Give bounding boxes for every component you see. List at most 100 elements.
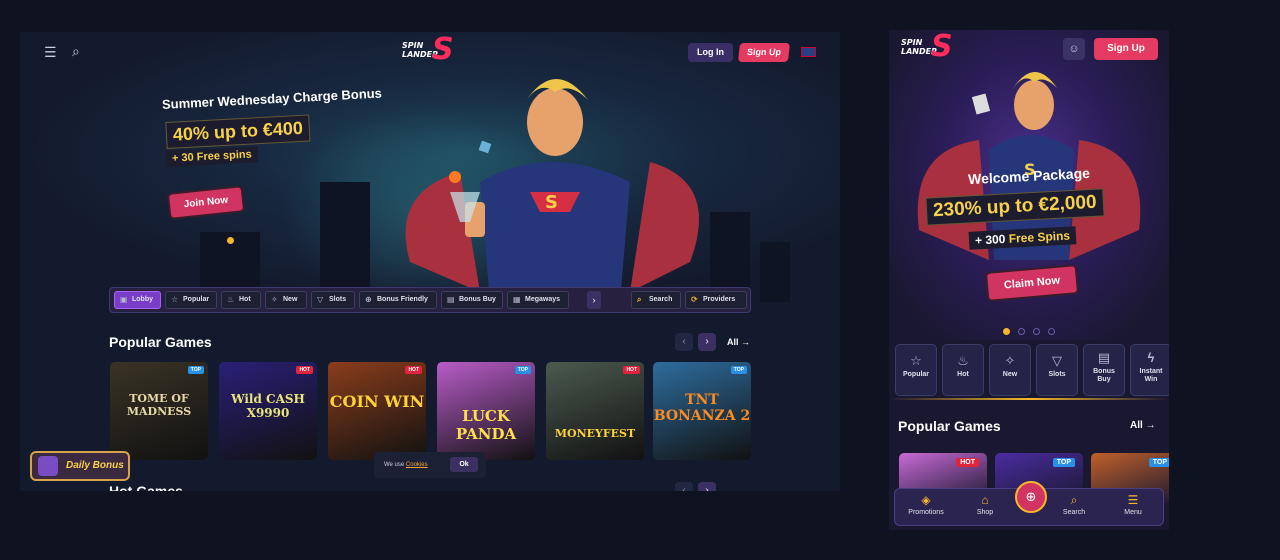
free-spins-count: + 300 [974,231,1006,248]
game-card[interactable]: TOP TOME OF MADNESS [110,362,208,460]
logo-mark: S [931,30,953,64]
game-title: TNT BONANZA 2 [653,392,751,424]
tag-badge: HOT [296,366,313,374]
game-title: TOME OF MADNESS [126,392,192,418]
tab-label: Bonus Buy [459,296,496,303]
flame-icon: ♨ [957,353,969,368]
star-icon: ☆ [910,353,922,368]
spin-lander-logo[interactable]: SPIN LANDER S [901,32,953,62]
free-spins-label: Free Spins [1008,228,1071,246]
top-bar: ☰ ⌕ SPIN LANDER S Log In Sign Up [20,32,840,72]
tab-slots[interactable]: ▽ Slots [311,291,355,309]
tab-label: Popular [183,296,210,303]
mobile-hero-banner[interactable]: S SPIN LANDER S ☺ Sign Up Welcome Packag… [889,30,1169,340]
gift-box-icon [38,456,58,476]
login-button[interactable]: Log In [688,43,733,62]
tab-new[interactable]: ✧ New [989,344,1031,396]
slider-dot[interactable] [1018,328,1025,335]
tab-instant-win[interactable]: ϟ Instant Win [1130,344,1169,396]
search-tab[interactable]: ⌕ Search [631,291,681,309]
signup-button[interactable]: Sign Up [738,43,790,62]
chevron-left-icon[interactable]: ‹ [675,482,693,491]
claim-now-button[interactable]: Claim Now [984,264,1080,302]
tag-badge: TOP [1052,458,1075,467]
tab-label: Instant Win [1139,368,1163,383]
section-title: Popular Games [109,334,212,350]
providers-tab[interactable]: ⟳ Providers [685,291,747,309]
tab-bonus-buy[interactable]: ▤ Bonus Buy [1083,344,1125,396]
megaways-icon: ▦ [513,295,521,304]
slider-dot[interactable] [227,237,234,244]
tab-label: Popular [902,371,930,378]
tab-slots[interactable]: ▽ Slots [1036,344,1078,396]
lightning-icon: ϟ [1147,350,1155,365]
logo-text: SPIN [901,38,923,47]
chevron-right-icon[interactable]: › [698,333,716,351]
game-card[interactable]: HOT Wild CASH X9990 [219,362,317,460]
nav-menu[interactable]: ☰ Menu [1106,493,1160,516]
slider-dot[interactable] [1048,328,1055,335]
lobby-icon: ▣ [120,295,128,304]
game-title: MONEYFEST [554,427,636,440]
uk-flag-icon[interactable] [801,47,816,57]
slots-icon: ▽ [1052,353,1062,368]
search-icon: ⌕ [1070,493,1078,507]
chevron-right-icon[interactable]: › [698,482,716,491]
tag-badge: TOP [514,366,531,374]
lock-icon[interactable]: ⊕ [1015,481,1047,513]
game-card[interactable]: TOP TNT BONANZA 2 [653,362,751,460]
nav-label: Shop [976,509,994,516]
superhero-illustration: S [405,78,699,302]
nav-promotions[interactable]: ◈ Promotions [899,493,953,516]
tab-new[interactable]: ✧ New [265,291,307,309]
search-icon[interactable]: ⌕ [72,43,80,60]
mobile-category-bar: ☆ Popular ♨ Hot ✧ New ▽ Slots ▤ Bonus Buy ϟ In… [893,344,1169,398]
tab-lobby[interactable]: ▣ Lobby [114,291,161,309]
category-bar: ▣ Lobby ☆ Popular ♨ Hot ✧ New ▽ Slots ⊕ Bonus … [109,287,751,313]
divider [889,398,1169,400]
game-card[interactable]: HOT MONEYFEST [546,362,644,460]
tab-label: New [283,296,298,303]
nav-search[interactable]: ⌕ Search [1047,493,1101,516]
cookie-ok-button[interactable]: Ok [450,457,478,472]
shop-icon: ⌂ [981,493,989,507]
tab-label: Search [649,296,673,303]
bonus-icon: ⊕ [365,295,372,304]
slider-dot[interactable] [1033,328,1040,335]
all-link[interactable]: All → [727,337,750,347]
tab-popular[interactable]: ☆ Popular [895,344,937,396]
tab-hot[interactable]: ♨ Hot [221,291,261,309]
nav-shop[interactable]: ⌂ Shop [958,493,1012,516]
cookie-banner: We use Cookies Ok [374,452,486,478]
signup-button[interactable]: Sign Up [1094,38,1158,60]
tab-label: Bonus Buy [1093,368,1115,383]
star-icon: ☆ [171,295,179,304]
logo-text: SPIN [402,41,424,50]
game-card[interactable]: TOP LUCK PANDA [437,362,535,460]
mobile-top-bar: SPIN LANDER S ☺ Sign Up [889,30,1169,66]
daily-bonus-button[interactable]: Daily Bonus [30,451,130,481]
hero-banner[interactable]: S [20,32,840,302]
spin-lander-logo[interactable]: SPIN LANDER S [402,35,454,65]
tab-megaways[interactable]: ▦ Megaways [507,291,569,309]
game-title: LUCK PANDA [455,407,517,443]
cookies-link[interactable]: Cookies [406,462,428,468]
search-icon: ⌕ [637,295,642,304]
tab-bonus-buy[interactable]: ▤ Bonus Buy [441,291,503,309]
slider-dot[interactable] [1003,328,1010,335]
sparkle-icon: ✧ [1004,353,1016,368]
menu-icon[interactable]: ☰ [44,44,57,61]
tab-popular[interactable]: ☆ Popular [165,291,217,309]
building-silhouette [760,242,790,302]
tab-hot[interactable]: ♨ Hot [942,344,984,396]
menu-icon: ☰ [1127,493,1139,507]
chevron-right-icon[interactable]: › [587,291,601,309]
chevron-left-icon[interactable]: ‹ [675,333,693,351]
game-title: Wild CASH X9990 [231,392,305,420]
user-icon[interactable]: ☺ [1063,38,1085,60]
all-link[interactable]: All → [1130,420,1156,431]
tab-bonus-friendly[interactable]: ⊕ Bonus Friendly [359,291,437,309]
game-card[interactable]: HOT COIN WIN [328,362,426,460]
nav-label: Promotions [908,509,944,516]
tag-badge: HOT [956,458,979,467]
